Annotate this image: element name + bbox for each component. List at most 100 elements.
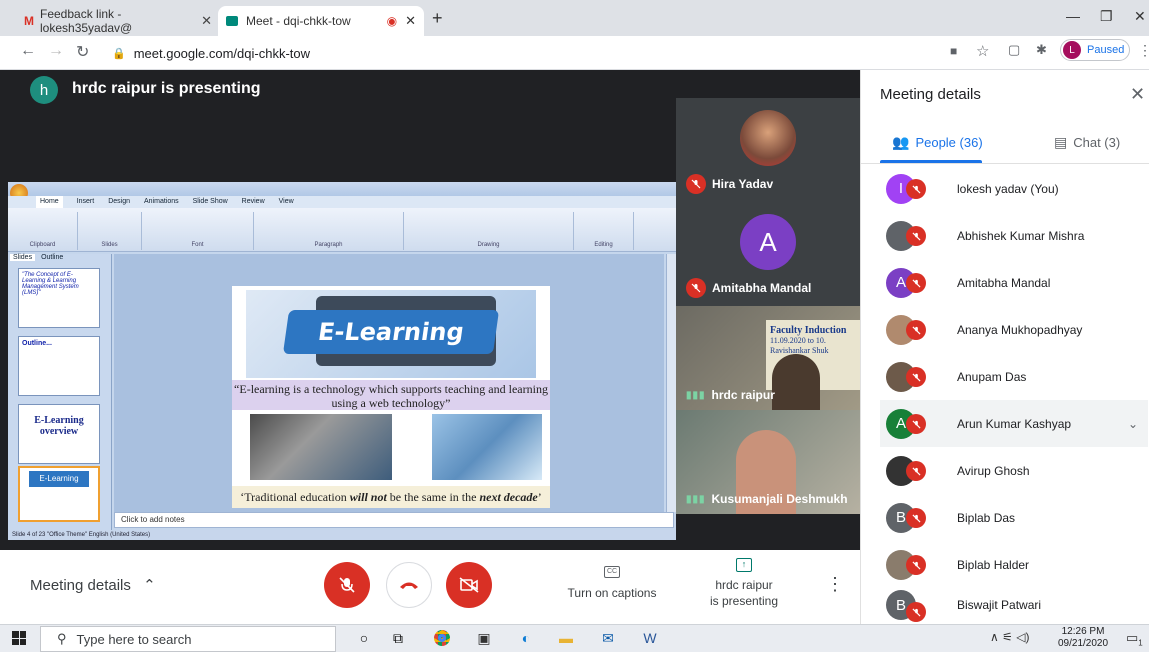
ribbon-group: Drawing: [404, 212, 574, 250]
tab-label: People (36): [915, 135, 983, 150]
participant-row[interactable]: B Biswajit Patwari: [880, 588, 1148, 622]
close-window-icon[interactable]: ✕: [1134, 8, 1146, 25]
windows-start-icon[interactable]: [12, 631, 26, 645]
participant-row[interactable]: Anupam Das: [880, 353, 1148, 400]
new-tab-button[interactable]: +: [432, 8, 443, 29]
search-icon: ⚲: [57, 631, 67, 646]
taskbar-clock[interactable]: 12:26 PM 09/21/2020: [1058, 626, 1108, 650]
participant-name: Ananya Mukhopadhyay: [957, 322, 1083, 337]
thumb-text: E-Learning: [29, 471, 89, 487]
participant-row[interactable]: A Arun Kumar Kashyap ⌄: [880, 400, 1148, 447]
participant-tile[interactable]: Faculty Induction 11.09.2020 to 10. Ravi…: [676, 306, 860, 410]
slide-thumbnail[interactable]: E-Learning overview: [18, 404, 100, 464]
cortana-icon[interactable]: ○: [354, 628, 374, 648]
participant-row[interactable]: B Biplab Das: [880, 494, 1148, 541]
reload-icon[interactable]: ↻: [76, 42, 89, 62]
more-options-icon[interactable]: ⋮: [826, 574, 844, 595]
outline-tab: Outline: [41, 254, 64, 261]
mic-off-icon: [906, 273, 926, 293]
tab-meet[interactable]: Meet - dqi-chkk-tow ◉ ✕: [218, 6, 424, 36]
ppt-ribbon-tabs: Home Insert Design Animations Slide Show…: [8, 196, 676, 208]
mic-off-icon: [906, 555, 926, 575]
notes-field[interactable]: Click to add notes: [114, 512, 674, 528]
vertical-scrollbar[interactable]: [666, 254, 676, 512]
close-icon[interactable]: ✕: [201, 13, 212, 29]
slide-thumbnail[interactable]: "The Concept of E-Learning & Learning Ma…: [18, 268, 100, 328]
mic-off-icon: [906, 508, 926, 528]
participant-row[interactable]: Ananya Mukhopadhyay: [880, 306, 1148, 353]
ppt-tab: Animations: [144, 198, 179, 205]
tab-label: Feedback link - lokesh35yadav@: [40, 7, 133, 35]
participant-name-text: Amitabha Mandal: [712, 281, 812, 295]
ppt-tab: Home: [36, 196, 63, 208]
close-icon[interactable]: ✕: [1130, 84, 1145, 105]
tab-chat[interactable]: ▤ Chat (3): [1054, 134, 1120, 151]
chevron-down-icon[interactable]: ⌄: [1128, 417, 1138, 431]
forward-icon[interactable]: →: [48, 42, 64, 60]
close-icon[interactable]: ✕: [405, 13, 416, 29]
ribbon-group: Paragraph: [254, 212, 404, 250]
participant-name-text: Hira Yadav: [712, 177, 774, 191]
slide-thumbnail[interactable]: Outline...: [18, 336, 100, 396]
captions-button[interactable]: CC Turn on captions: [566, 566, 658, 600]
menu-dots-icon[interactable]: ⋮: [1138, 42, 1149, 59]
ppt-tab: Review: [241, 198, 265, 205]
file-explorer-icon[interactable]: ▬: [556, 628, 576, 648]
hang-up-icon: [400, 582, 418, 589]
tab-people[interactable]: 👥 People (36): [892, 134, 983, 151]
task-view-icon[interactable]: ⧉: [388, 628, 408, 648]
clock-time: 12:26 PM: [1061, 626, 1105, 637]
restore-icon[interactable]: ❐: [1100, 8, 1113, 25]
search-placeholder: Type here to search: [76, 631, 192, 647]
participant-tile[interactable]: Hira Yadav: [676, 98, 860, 202]
participant-row[interactable]: Abhishek Kumar Mishra: [880, 212, 1148, 259]
mail-icon[interactable]: ✉: [598, 628, 618, 648]
clock-date: 09/21/2020: [1058, 638, 1109, 649]
slide-thumbnail-selected[interactable]: E-Learning: [18, 466, 100, 522]
puzzle-icon[interactable]: ✱: [1036, 42, 1047, 58]
leave-call-button[interactable]: [386, 562, 432, 608]
meet-icon: [226, 16, 238, 26]
chrome-icon[interactable]: [432, 628, 452, 648]
system-tray-icons[interactable]: ∧ ⚟ ◁): [990, 630, 1029, 644]
store-icon[interactable]: ▣: [474, 628, 494, 648]
bookmark-star-icon[interactable]: ☆: [976, 42, 989, 60]
camera-icon[interactable]: ■: [950, 44, 957, 58]
profile-paused-button[interactable]: L Paused: [1060, 39, 1130, 61]
participant-tile[interactable]: A Amitabha Mandal: [676, 202, 860, 306]
url-text: meet.google.com/dqi-chkk-tow: [133, 45, 311, 61]
participant-row[interactable]: A Amitabha Mandal: [880, 259, 1148, 306]
avatar: [740, 110, 796, 166]
camera-toggle-button[interactable]: [446, 562, 492, 608]
back-icon[interactable]: ←: [20, 42, 36, 60]
word-icon[interactable]: W: [640, 628, 660, 648]
notification-center-icon[interactable]: ▭1: [1126, 630, 1143, 648]
chevron-up-icon: ⌃: [143, 577, 156, 594]
mic-off-icon: [686, 278, 706, 298]
avatar: L: [1063, 41, 1081, 59]
participant-row[interactable]: Avirup Ghosh: [880, 447, 1148, 494]
tablet-photo: [432, 414, 542, 480]
ppt-title-bar: [8, 182, 676, 196]
url-field[interactable]: 🔒 meet.google.com/dqi-chkk-tow: [112, 42, 940, 64]
tab-gmail[interactable]: M Feedback link - lokesh35yadav@ ✕: [16, 6, 220, 36]
ppt-tab: View: [278, 198, 294, 205]
participant-row[interactable]: Ilokesh yadav (You): [880, 165, 1148, 212]
participant-tile[interactable]: ▮▮▮ Kusumanjali Deshmukh: [676, 410, 860, 514]
meeting-details-button[interactable]: Meeting details ⌃: [30, 576, 156, 594]
panel-tab-divider: [860, 163, 1149, 164]
quote-part: be the same in the: [386, 490, 480, 504]
taskbar-search-field[interactable]: ⚲ Type here to search: [40, 626, 336, 652]
participant-name: Hira Yadav: [686, 174, 773, 194]
minimize-icon[interactable]: —: [1066, 8, 1080, 24]
edge-icon[interactable]: ◐: [516, 628, 536, 648]
meeting-details-label: Meeting details: [30, 577, 131, 594]
ppt-status-bar: Slide 4 of 23 "Office Theme" English (Un…: [8, 530, 676, 540]
audio-level-icon: ▮▮▮: [686, 389, 706, 401]
presenting-label: is presenting: [709, 594, 779, 608]
extension-icon[interactable]: ▢: [1008, 42, 1020, 58]
presenting-button[interactable]: ↑ hrdc raipur is presenting: [694, 558, 794, 608]
microphone-toggle-button[interactable]: [324, 562, 370, 608]
current-slide: E-Learning “E-learning is a technology w…: [232, 286, 550, 508]
participant-row[interactable]: Biplab Halder: [880, 541, 1148, 588]
